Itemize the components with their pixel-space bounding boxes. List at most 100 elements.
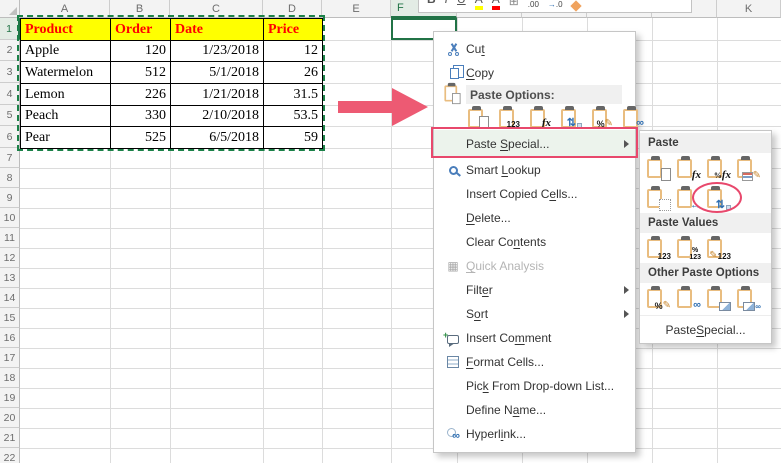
row-header-22[interactable]: 22 [0, 448, 20, 463]
menu-item-format-cells[interactable]: Format Cells... [434, 350, 635, 374]
menu-item-delete[interactable]: Delete... [434, 206, 635, 230]
row-header-12[interactable]: 12 [0, 248, 20, 268]
paste-option-paste-icon[interactable] [643, 155, 672, 181]
row-header-7[interactable]: 7 [0, 148, 20, 168]
row-header-13[interactable]: 13 [0, 268, 20, 288]
cell-C2[interactable]: 1/23/2018 [171, 41, 264, 62]
paste-option-formatting-icon[interactable]: %✎ [588, 105, 614, 129]
menu-item-sort[interactable]: Sort [434, 302, 635, 326]
row-header-18[interactable]: 18 [0, 368, 20, 388]
row-header-3[interactable]: 3 [0, 61, 20, 83]
cell-D3[interactable]: 26 [264, 62, 323, 84]
row-header-17[interactable]: 17 [0, 348, 20, 368]
column-header-D[interactable]: D [263, 0, 322, 18]
paste-option-no-borders-icon[interactable] [643, 185, 672, 211]
scissors-icon [440, 43, 466, 56]
row-header-21[interactable]: 21 [0, 428, 20, 448]
cell-D6[interactable]: 59 [264, 127, 323, 149]
decrease-decimal-button[interactable]: →.0 [548, 1, 563, 9]
select-all-button[interactable] [0, 0, 20, 18]
cell-B6[interactable]: 525 [111, 127, 171, 149]
row-header-8[interactable]: 8 [0, 168, 20, 188]
column-header-C[interactable]: C [170, 0, 263, 18]
row-header-20[interactable]: 20 [0, 408, 20, 428]
cell-C5[interactable]: 2/10/2018 [171, 106, 264, 127]
paste-option-paste-link-icon[interactable]: ∞ [673, 285, 702, 311]
paste-option-paste-icon[interactable] [464, 105, 490, 129]
cell-A5[interactable]: Peach [21, 106, 111, 127]
menu-item-pick-from-drop-down-list[interactable]: Pick From Drop-down List... [434, 374, 635, 398]
font-color-button[interactable]: A [492, 0, 500, 10]
paste-option-transpose-icon[interactable]: ⇅ [703, 185, 732, 211]
cell-D2[interactable]: 12 [264, 41, 323, 62]
menu-item-paste-special[interactable]: Paste Special... [434, 130, 635, 158]
cell-A3[interactable]: Watermelon [21, 62, 111, 84]
paste-option-transpose-icon[interactable]: ⇅ [557, 105, 583, 129]
format-painter-button[interactable] [570, 0, 581, 11]
cell-B2[interactable]: 120 [111, 41, 171, 62]
paste-option-values-icon[interactable]: 123 [495, 105, 521, 129]
row-header-10[interactable]: 10 [0, 208, 20, 228]
paste-option-keep-source-column-widths-icon[interactable]: ↔ [673, 185, 702, 211]
menu-item-clear-contents[interactable]: Clear Contents [434, 230, 635, 254]
cell-A1[interactable]: Product [21, 19, 111, 41]
row-header-19[interactable]: 19 [0, 388, 20, 408]
row-header-1[interactable]: 1 [0, 18, 20, 40]
row-header-9[interactable]: 9 [0, 188, 20, 208]
paste-option-paste-link-icon[interactable]: ∞ [619, 105, 645, 129]
cell-D4[interactable]: 31.5 [264, 84, 323, 106]
underline-button[interactable]: U [457, 0, 466, 5]
column-header-E[interactable]: E [322, 0, 391, 18]
paste-option-formulas-icon[interactable]: fx [526, 105, 552, 129]
paste-option-formatting-icon[interactable]: %✎ [643, 285, 672, 311]
menu-item-define-name[interactable]: Define Name... [434, 398, 635, 422]
paste-option-formulas-icon[interactable]: fx [673, 155, 702, 181]
bold-button[interactable]: B [427, 0, 436, 5]
cell-B5[interactable]: 330 [111, 106, 171, 127]
column-header-A[interactable]: A [20, 0, 110, 18]
column-header-B[interactable]: B [110, 0, 170, 18]
cell-C3[interactable]: 5/1/2018 [171, 62, 264, 84]
menu-item-smart-lookup[interactable]: Smart Lookup [434, 158, 635, 182]
row-header-15[interactable]: 15 [0, 308, 20, 328]
menu-item-label: Insert Comment [466, 331, 620, 345]
row-header-11[interactable]: 11 [0, 228, 20, 248]
paste-option-values-number-formatting-icon[interactable]: %123 [673, 235, 702, 261]
paste-option-keep-source-formatting-icon[interactable]: ✎ [733, 155, 762, 181]
cell-A6[interactable]: Pear [21, 127, 111, 149]
menu-item-cut[interactable]: Cut [434, 37, 635, 61]
column-header-K[interactable]: K [717, 0, 781, 18]
menu-item-hyperlink[interactable]: ∞Hyperlink... [434, 422, 635, 446]
increase-decimal-button[interactable]: .00 [528, 1, 539, 9]
cell-A2[interactable]: Apple [21, 41, 111, 62]
cell-B3[interactable]: 512 [111, 62, 171, 84]
paste-option-linked-picture-icon[interactable]: ∞ [733, 285, 762, 311]
paste-option-values-icon[interactable]: 123 [643, 235, 672, 261]
row-header-6[interactable]: 6 [0, 126, 20, 148]
menu-item-filter[interactable]: Filter [434, 278, 635, 302]
menu-item-insert-comment[interactable]: +Insert Comment [434, 326, 635, 350]
menu-item-quick-analysis[interactable]: ▦Quick Analysis [434, 254, 635, 278]
cell-C6[interactable]: 6/5/2018 [171, 127, 264, 149]
cell-D5[interactable]: 53.5 [264, 106, 323, 127]
paste-option-values-source-formatting-icon[interactable]: ✎123 [703, 235, 732, 261]
paste-option-paste-icon[interactable] [441, 82, 461, 104]
cell-B4[interactable]: 226 [111, 84, 171, 106]
menu-item-insert-copied-cells[interactable]: Insert Copied Cells... [434, 182, 635, 206]
paste-option-formulas-number-formatting-icon[interactable]: %fx [703, 155, 732, 181]
row-header-4[interactable]: 4 [0, 83, 20, 105]
cell-C1[interactable]: Date [171, 19, 264, 41]
submenu-paste-special-item[interactable]: Paste Special... [640, 315, 771, 343]
fill-color-button[interactable]: A [475, 0, 483, 10]
paste-option-picture-icon[interactable] [703, 285, 732, 311]
italic-button[interactable]: I [445, 0, 448, 5]
borders-button[interactable]: ⊞ [509, 0, 519, 7]
cell-C4[interactable]: 1/21/2018 [171, 84, 264, 106]
row-header-14[interactable]: 14 [0, 288, 20, 308]
cell-B1[interactable]: Order [111, 19, 171, 41]
row-header-5[interactable]: 5 [0, 105, 20, 126]
cell-A4[interactable]: Lemon [21, 84, 111, 106]
row-header-16[interactable]: 16 [0, 328, 20, 348]
cell-D1[interactable]: Price [264, 19, 323, 41]
row-header-2[interactable]: 2 [0, 40, 20, 61]
